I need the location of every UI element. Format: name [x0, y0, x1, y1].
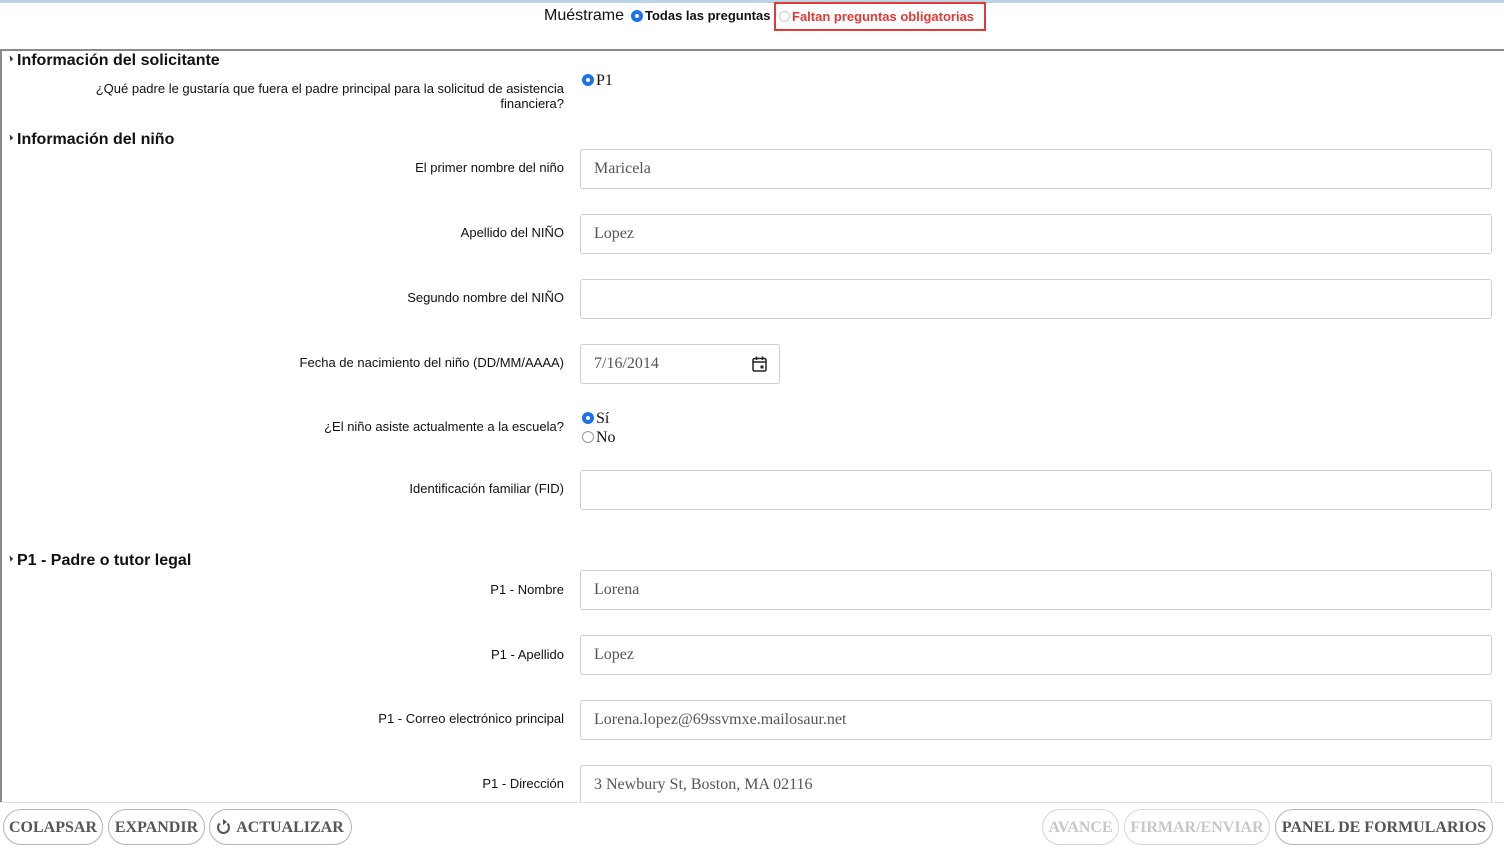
section-child-header[interactable]: Información del niño	[6, 131, 175, 149]
child-first-name-input[interactable]: Maricela	[580, 149, 1492, 189]
attends-school-no-label: No	[596, 429, 616, 446]
section-applicant-header[interactable]: Información del solicitante	[6, 52, 220, 70]
child-dob-label: Fecha de nacimiento del niño (DD/MM/AAAA…	[299, 355, 564, 370]
filter-missing-required-label: Faltan preguntas obligatorias	[792, 9, 975, 24]
radio-unselected-icon[interactable]	[582, 430, 594, 443]
primary-parent-question-line1: ¿Qué padre le gustaría que fuera el padr…	[95, 81, 564, 96]
collapse-button[interactable]: COLAPSAR	[3, 809, 103, 845]
p1-first-name-label: P1 - Nombre	[490, 582, 564, 597]
child-last-name-input[interactable]: Lopez	[580, 214, 1492, 254]
form-panel: Información del solicitante ¿Qué padre l…	[0, 49, 1504, 802]
expand-button[interactable]: EXPANDIR	[108, 809, 205, 845]
section-parent1-title: P1 - Padre o tutor legal	[17, 552, 192, 569]
p1-email-input[interactable]: Lorena.lopez@69ssvmxe.mailosaur.net	[580, 700, 1492, 740]
section-applicant-title: Información del solicitante	[17, 52, 220, 69]
radio-selected-icon[interactable]	[631, 9, 643, 22]
forms-panel-button[interactable]: PANEL DE FORMULARIOS	[1275, 809, 1493, 845]
advance-button[interactable]: AVANCE	[1042, 809, 1119, 845]
refresh-button[interactable]: ACTUALIZAR	[209, 809, 352, 845]
child-middle-name-label: Segundo nombre del NIÑO	[407, 290, 564, 305]
child-dob-input[interactable]: 7/16/2014	[580, 344, 780, 384]
primary-parent-option-label: P1	[596, 72, 613, 89]
question-filter-bar: Muéstrame Todas las preguntas Faltan pre…	[0, 2, 1504, 45]
radio-unselected-icon[interactable]	[779, 11, 790, 23]
collapse-triangle-icon[interactable]	[6, 134, 14, 141]
filter-all-questions-label: Todas las preguntas	[645, 8, 771, 23]
sign-submit-button[interactable]: FIRMAR/ENVIAR	[1124, 809, 1270, 845]
p1-first-name-input[interactable]: Lorena	[580, 570, 1492, 610]
section-parent1-header[interactable]: P1 - Padre o tutor legal	[6, 552, 192, 570]
radio-selected-icon[interactable]	[582, 73, 594, 86]
family-id-label: Identificación familiar (FID)	[409, 481, 564, 496]
primary-parent-question-line2: financiera?	[500, 96, 564, 111]
child-attends-school-label: ¿El niño asiste actualmente a la escuela…	[324, 419, 564, 434]
family-id-input[interactable]	[580, 470, 1492, 510]
primary-parent-option-p1[interactable]: P1	[582, 71, 613, 90]
collapse-triangle-icon[interactable]	[6, 55, 14, 62]
show-me-label: Muéstrame	[544, 7, 625, 24]
primary-parent-question-label: ¿Qué padre le gustaría que fuera el padr…	[4, 81, 564, 111]
child-last-name-label: Apellido del NIÑO	[460, 225, 564, 240]
child-middle-name-input[interactable]	[580, 279, 1492, 319]
filter-all-questions-option[interactable]: Todas las preguntas	[631, 8, 770, 23]
attends-school-yes-label: Sí	[596, 410, 610, 427]
child-dob-value: 7/16/2014	[594, 355, 659, 372]
p1-address-label: P1 - Dirección	[482, 776, 564, 791]
bottom-toolbar: COLAPSAR EXPANDIR ACTUALIZAR AVANCE FIRM…	[0, 802, 1504, 849]
attends-school-option-yes[interactable]: Sí	[582, 409, 609, 428]
p1-email-label: P1 - Correo electrónico principal	[378, 711, 564, 726]
refresh-label: ACTUALIZAR	[236, 819, 344, 836]
calendar-icon[interactable]	[752, 356, 767, 372]
attends-school-option-no[interactable]: No	[582, 428, 616, 447]
p1-last-name-label: P1 - Apellido	[491, 647, 564, 662]
filter-missing-required-option[interactable]: Faltan preguntas obligatorias	[774, 2, 986, 31]
radio-selected-icon[interactable]	[582, 411, 594, 424]
child-first-name-label: El primer nombre del niño	[415, 160, 564, 175]
p1-address-input[interactable]: 3 Newbury St, Boston, MA 02116	[580, 765, 1492, 802]
top-border	[0, 0, 1504, 3]
section-child-title: Información del niño	[17, 131, 175, 148]
refresh-icon	[217, 819, 231, 834]
collapse-triangle-icon[interactable]	[6, 555, 14, 562]
p1-last-name-input[interactable]: Lopez	[580, 635, 1492, 675]
